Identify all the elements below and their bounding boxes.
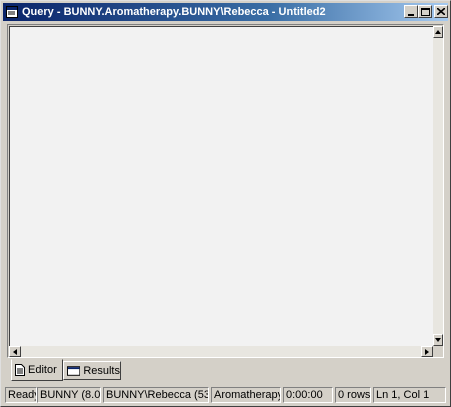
tab-results-label: Results [83,364,120,377]
query-window: Query - BUNNY.Aromatherapy.BUNNY\Rebecca… [0,0,451,407]
status-state: Ready [5,387,37,403]
arrow-right-icon [425,348,429,355]
maximize-icon [420,7,430,16]
scroll-up-button[interactable] [433,26,443,38]
status-server: BUNNY (8.0) [37,387,101,403]
title-bar[interactable]: Query - BUNNY.Aromatherapy.BUNNY\Rebecca… [3,3,448,21]
scrollbar-corner [433,346,443,357]
horizontal-scrollbar[interactable] [9,346,433,357]
scroll-down-button[interactable] [433,334,443,346]
tab-editor[interactable]: Editor [11,359,63,381]
minimize-button[interactable] [404,5,418,18]
status-user: BUNNY\Rebecca (53) [103,387,209,403]
status-database: Aromatherapy [211,387,281,403]
arrow-down-icon [435,338,441,342]
tab-editor-label: Editor [28,364,57,376]
window-title: Query - BUNNY.Aromatherapy.BUNNY\Rebecca… [22,6,326,18]
arrow-up-icon [435,30,441,34]
minimize-icon [408,13,414,16]
pane-tabs: Editor Results [7,359,444,381]
close-icon [437,8,445,15]
status-cursor-position: Ln 1, Col 1 [373,387,446,403]
document-icon [15,364,25,376]
query-editor-text-area[interactable] [9,26,433,346]
scroll-right-button[interactable] [421,346,433,357]
query-window-icon[interactable] [6,6,18,18]
status-elapsed-time: 0:00:00 [283,387,333,403]
status-row-count: 0 rows [335,387,371,403]
tab-results[interactable]: Results [63,361,121,380]
status-bar: Ready BUNNY (8.0) BUNNY\Rebecca (53) Aro… [3,386,448,404]
editor-pane [7,24,444,358]
scroll-left-button[interactable] [9,346,21,357]
maximize-button[interactable] [418,5,432,18]
close-button[interactable] [434,5,448,18]
grid-icon [67,365,81,376]
vertical-scrollbar[interactable] [433,26,443,346]
arrow-left-icon [13,348,17,355]
